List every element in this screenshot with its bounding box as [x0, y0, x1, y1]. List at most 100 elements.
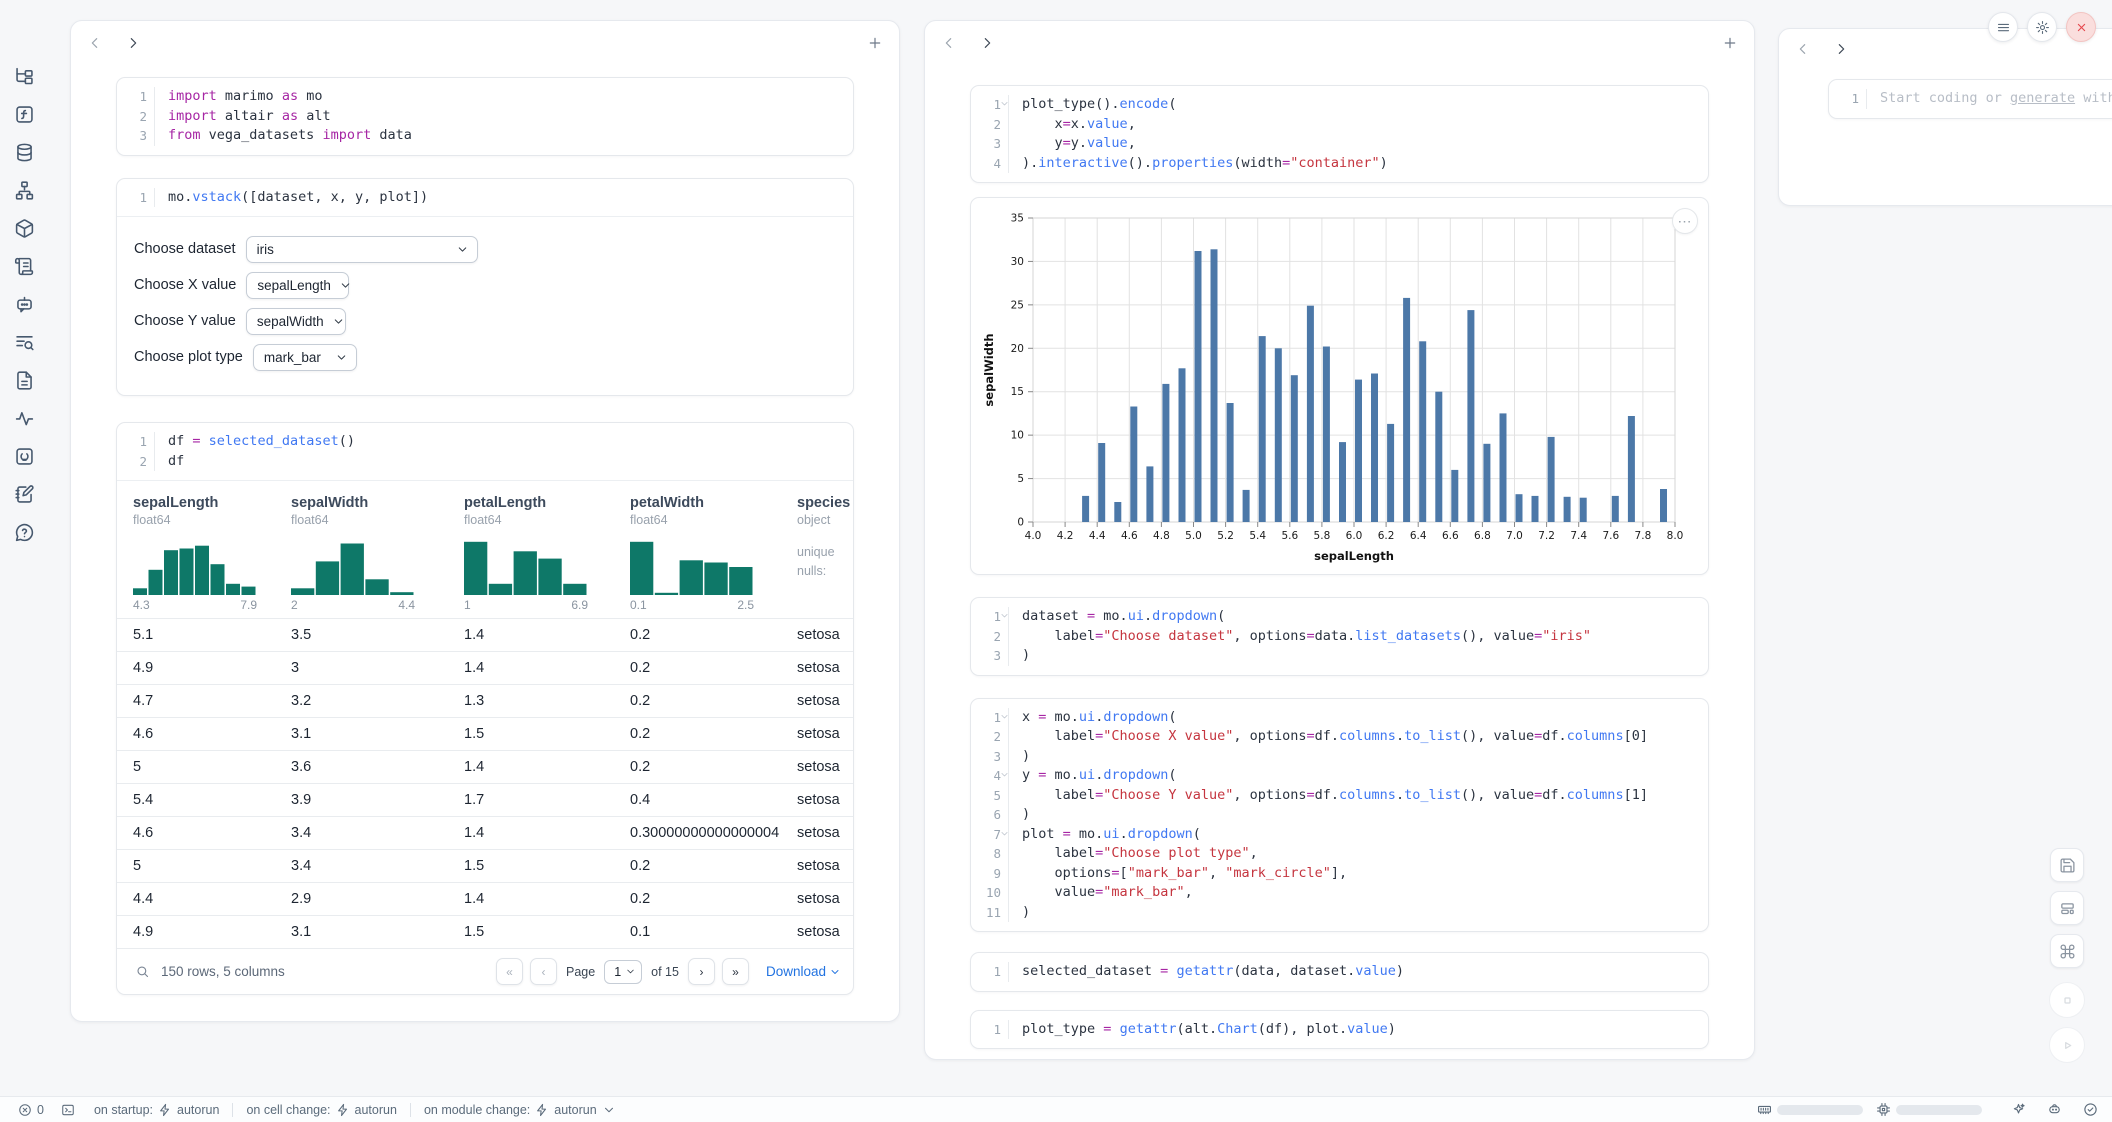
column-header-species[interactable]: speciesobjectuniquenulls: — [781, 481, 853, 618]
prev-page-button[interactable]: ‹ — [530, 958, 557, 985]
help-bubble-icon[interactable] — [14, 522, 35, 543]
ai-assist-button[interactable] — [2011, 1102, 2026, 1117]
chart-menu-icon[interactable]: ⋯ — [1672, 208, 1698, 234]
choose-y-value-select[interactable]: sepalWidth — [246, 308, 346, 335]
table-row[interactable]: 4.63.41.40.30000000000000004setosa — [117, 816, 853, 849]
code-cell-plot-type[interactable]: 1plot_type = getattr(alt.Chart(df), plot… — [970, 1010, 1709, 1050]
fold-chevron-icon[interactable] — [1000, 712, 1009, 721]
code-line[interactable]: 1dataset = mo.ui.dropdown( — [971, 607, 1708, 627]
code-cell-dataset[interactable]: 1dataset = mo.ui.dropdown(2 label="Choos… — [970, 597, 1709, 676]
choose-dataset-select[interactable]: iris — [246, 236, 478, 263]
code-line[interactable]: 2 label="Choose dataset", options=data.l… — [971, 627, 1708, 647]
column-histogram[interactable] — [464, 539, 588, 595]
save-button[interactable] — [2050, 848, 2084, 882]
next-page-button[interactable]: › — [688, 958, 715, 985]
code-line[interactable]: 4y = mo.ui.dropdown( — [971, 766, 1708, 786]
column-header-petalLength[interactable]: petalLengthfloat6416.9 — [448, 481, 614, 618]
scroll-text-icon[interactable] — [14, 256, 35, 277]
code-line[interactable]: 2df — [117, 452, 853, 472]
fold-chevron-icon[interactable] — [1000, 770, 1009, 779]
add-cell-icon[interactable] — [867, 35, 883, 51]
code-line[interactable]: 3from vega_datasets import data — [117, 126, 853, 146]
network-icon[interactable] — [14, 180, 35, 201]
code-cell-plot[interactable]: 1plot_type().encode(2 x=x.value,3 y=y.va… — [970, 85, 1709, 183]
table-row[interactable]: 5.13.51.40.2setosa — [117, 618, 853, 651]
activity-icon[interactable] — [14, 408, 35, 429]
chevron-right-icon[interactable] — [125, 35, 141, 51]
settings-button[interactable] — [2027, 12, 2057, 42]
code-line[interactable]: 11) — [971, 903, 1708, 923]
code-line[interactable]: 6) — [971, 805, 1708, 825]
chevron-left-icon[interactable] — [941, 35, 957, 51]
column-histogram[interactable] — [291, 539, 415, 595]
code-line[interactable]: 7plot = mo.ui.dropdown( — [971, 825, 1708, 845]
fold-chevron-icon[interactable] — [1000, 99, 1009, 108]
function-square-icon[interactable] — [14, 104, 35, 125]
code-line[interactable]: 8 label="Choose plot type", — [971, 844, 1708, 864]
table-row[interactable]: 53.61.40.2setosa — [117, 750, 853, 783]
layout-button[interactable] — [2050, 891, 2084, 925]
code-line[interactable]: 2 label="Choose X value", options=df.col… — [971, 727, 1708, 747]
first-page-button[interactable]: « — [496, 958, 523, 985]
page-select[interactable]: 1 — [604, 960, 642, 984]
runtime-config-3[interactable]: on module change:autorun — [424, 1103, 616, 1117]
stop-button[interactable] — [2049, 982, 2085, 1018]
code-cell-df[interactable]: 1df = selected_dataset()2df sepalLengthf… — [116, 422, 854, 995]
column-histogram[interactable] — [133, 539, 257, 595]
column-header-sepalWidth[interactable]: sepalWidthfloat6424.4 — [275, 481, 448, 618]
runtime-config-1[interactable]: on startup:autorun — [94, 1103, 219, 1117]
search-icon[interactable] — [135, 964, 150, 979]
code-line[interactable]: 9 options=["mark_bar", "mark_circle"], — [971, 864, 1708, 884]
code-line[interactable]: 1selected_dataset = getattr(data, datase… — [971, 962, 1708, 982]
code-line[interactable]: 3) — [971, 646, 1708, 666]
code-line[interactable]: 1Start coding or generate with AI — [1829, 89, 2112, 109]
table-row[interactable]: 4.93.11.50.1setosa — [117, 915, 853, 948]
fold-chevron-icon[interactable] — [1000, 611, 1009, 620]
code-cell-vstack[interactable]: 1mo.vstack([dataset, x, y, plot]) Choose… — [116, 178, 854, 397]
last-page-button[interactable]: » — [722, 958, 749, 985]
code-line[interactable]: 1mo.vstack([dataset, x, y, plot]) — [117, 188, 853, 208]
table-row[interactable]: 4.73.21.30.2setosa — [117, 684, 853, 717]
error-indicator[interactable]: 0 — [18, 1103, 44, 1117]
bar-chart[interactable]: 4.04.24.44.64.85.05.25.45.65.86.06.26.46… — [975, 204, 1708, 572]
code-line[interactable]: 1x = mo.ui.dropdown( — [971, 708, 1708, 728]
copilot-button[interactable] — [2047, 1102, 2062, 1117]
table-row[interactable]: 53.41.50.2setosa — [117, 849, 853, 882]
chevron-right-icon[interactable] — [979, 35, 995, 51]
chevron-right-icon[interactable] — [1833, 41, 1849, 57]
package-icon[interactable] — [14, 218, 35, 239]
choose-plot-type-select[interactable]: mark_bar — [253, 344, 357, 371]
run-button[interactable] — [2049, 1027, 2085, 1063]
text-search-icon[interactable] — [14, 332, 35, 353]
close-button[interactable] — [2066, 12, 2096, 42]
chevron-left-icon[interactable] — [87, 35, 103, 51]
database-icon[interactable] — [14, 142, 35, 163]
fold-chevron-icon[interactable] — [1000, 829, 1009, 838]
code-line[interactable]: 4).interactive().properties(width="conta… — [971, 154, 1708, 174]
terminal-button[interactable] — [61, 1103, 75, 1117]
file-tree-icon[interactable] — [14, 66, 35, 87]
choose-x-value-select[interactable]: sepalLength — [246, 272, 349, 299]
code-cell-selected-dataset[interactable]: 1selected_dataset = getattr(data, datase… — [970, 952, 1709, 992]
notebook-pen-icon[interactable] — [14, 484, 35, 505]
command-palette-button[interactable] — [2050, 934, 2084, 968]
column-header-sepalLength[interactable]: sepalLengthfloat644.37.9 — [117, 481, 275, 618]
runtime-config-2[interactable]: on cell change:autorun — [246, 1103, 397, 1117]
code-line[interactable]: 1plot_type().encode( — [971, 95, 1708, 115]
code-cell-imports[interactable]: 1import marimo as mo2import altair as al… — [116, 77, 854, 156]
column-header-petalWidth[interactable]: petalWidthfloat640.12.5 — [614, 481, 781, 618]
column-histogram[interactable] — [630, 539, 754, 595]
code-line[interactable]: 2 x=x.value, — [971, 115, 1708, 135]
code-line[interactable]: 5 label="Choose Y value", options=df.col… — [971, 786, 1708, 806]
table-row[interactable]: 4.63.11.50.2setosa — [117, 717, 853, 750]
table-row[interactable]: 4.42.91.40.2setosa — [117, 882, 853, 915]
empty-code-cell[interactable]: 1Start coding or generate with AI — [1828, 79, 2112, 119]
table-row[interactable]: 4.931.40.2setosa — [117, 651, 853, 684]
code-line[interactable]: 1df = selected_dataset() — [117, 432, 853, 452]
code-line[interactable]: 2import altair as alt — [117, 107, 853, 127]
code-line[interactable]: 3 y=y.value, — [971, 134, 1708, 154]
code-line[interactable]: 3) — [971, 747, 1708, 767]
file-text-icon[interactable] — [14, 370, 35, 391]
code-snippet-icon[interactable] — [14, 446, 35, 467]
chevron-left-icon[interactable] — [1795, 41, 1811, 57]
